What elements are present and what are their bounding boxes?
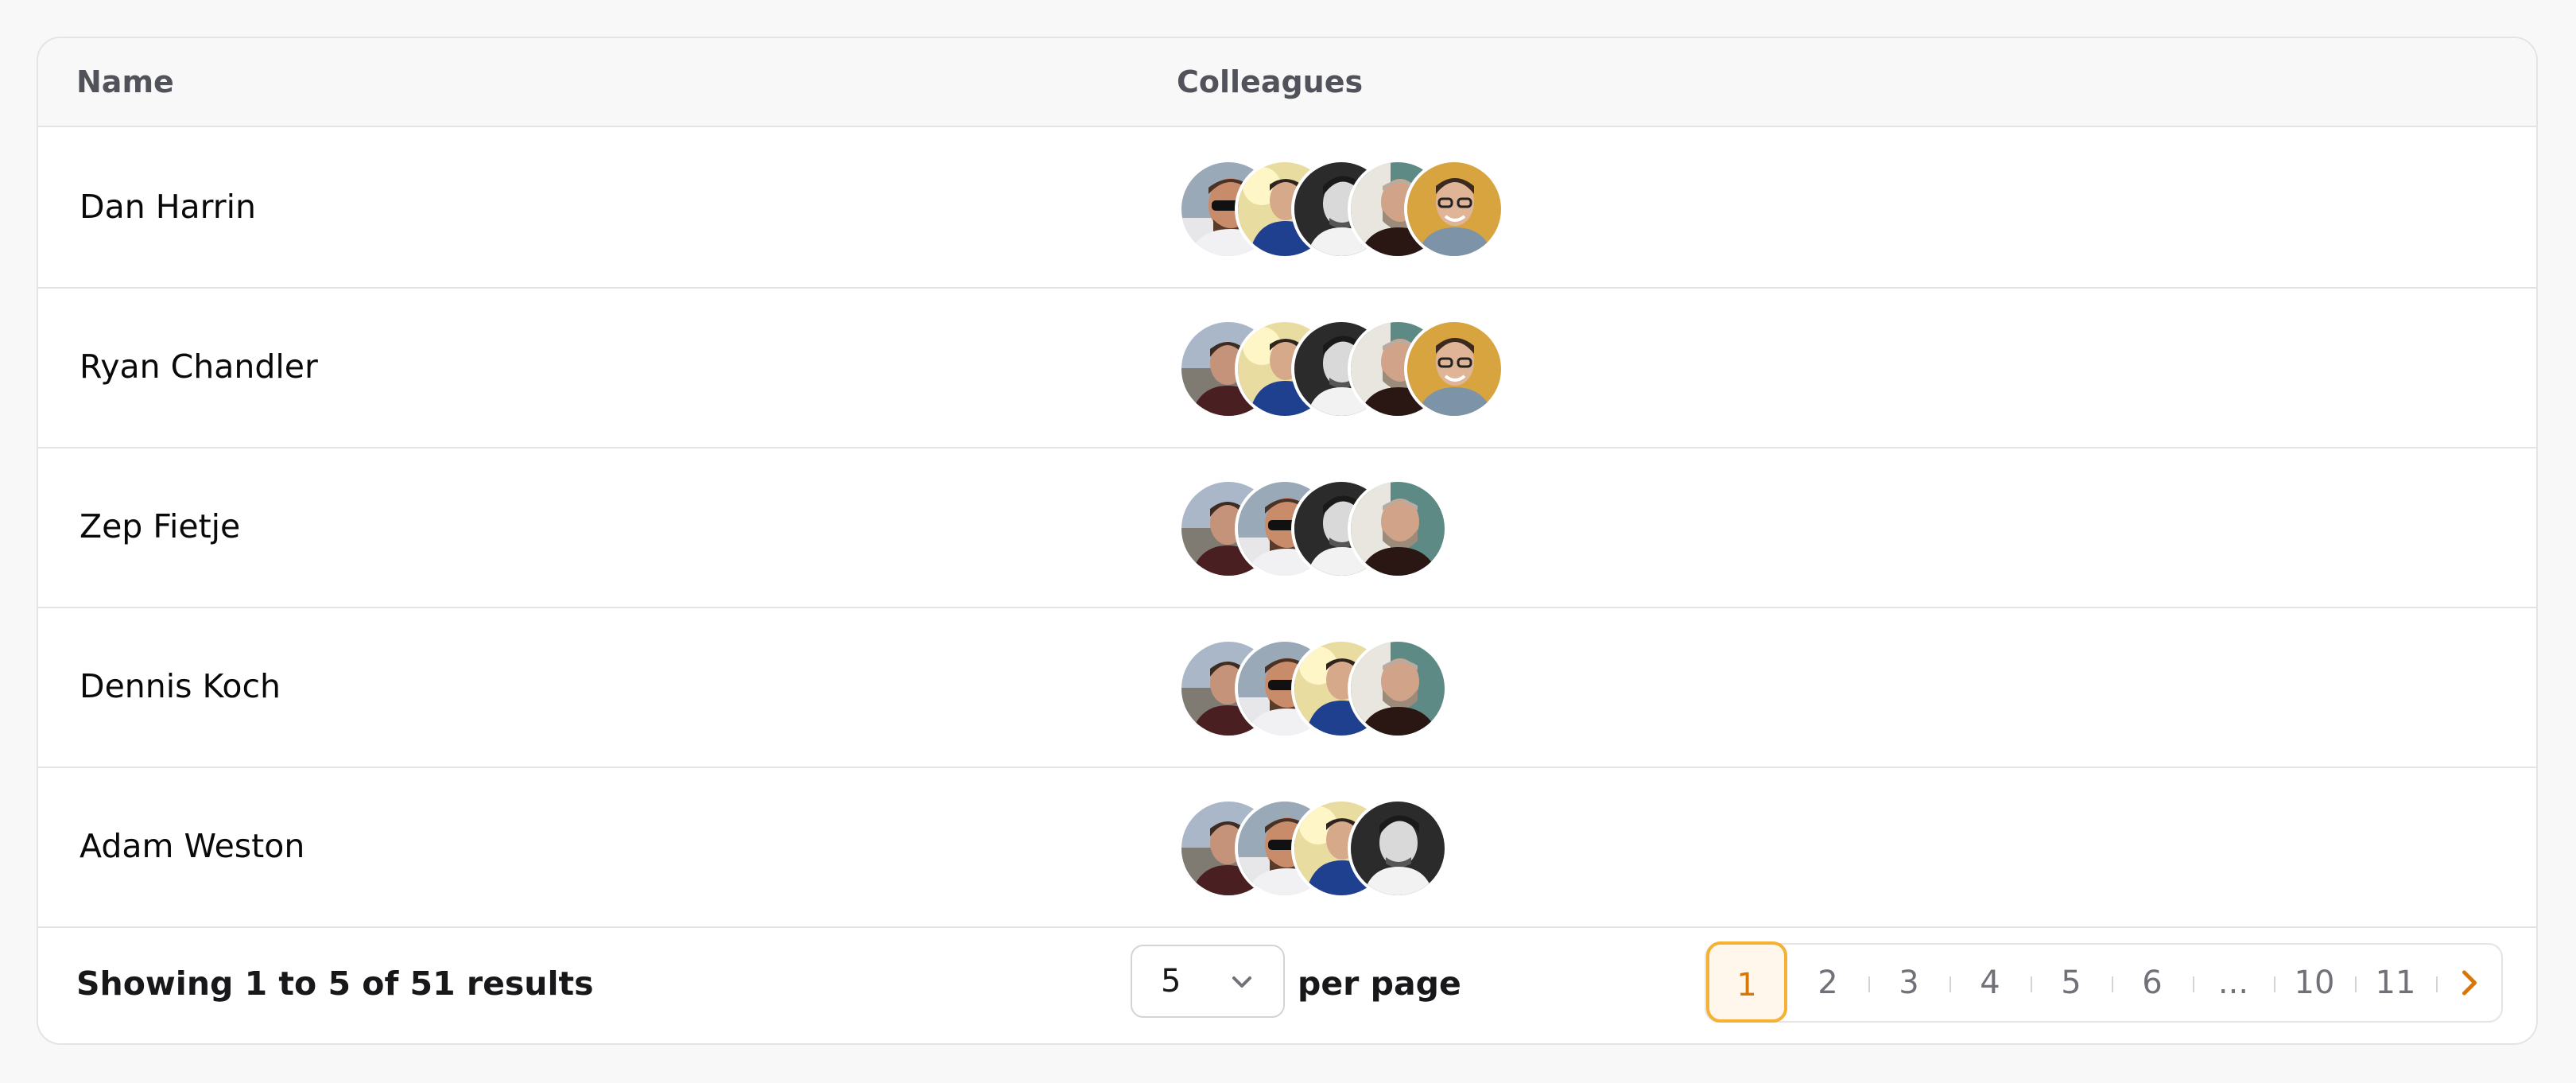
smiling-man-yellow-avatar [1404,319,1504,419]
table-row[interactable]: Adam Weston [38,767,2536,928]
table-row[interactable]: Dan Harrin [38,127,2536,289]
row-name: Ryan Chandler [80,347,318,386]
per-page-value: 5 [1161,963,1181,1000]
page-ellipsis: ... [2217,965,2249,1001]
row-name: Zep Fietje [80,507,241,545]
chevron-down-icon [1232,976,1251,988]
results-summary: Showing 1 to 5 of 51 results [76,965,594,1003]
smiling-man-yellow-avatar [1404,159,1504,259]
per-page-label: per page [1298,965,1461,1003]
row-name: Adam Weston [80,827,305,865]
page-button-10[interactable]: 10 [2274,945,2355,1021]
page-navigation: 1 2 3 4 5 6... 10 11 [1705,941,2503,1023]
table-row[interactable]: Dennis Koch [38,607,2536,768]
pagination-bar: Showing 1 to 5 of 51 results 5 per page … [38,922,2536,1043]
page-button-5[interactable]: 5 [2031,945,2112,1021]
page-separator [2436,976,2438,992]
page-button-3[interactable]: 3 [1868,945,1949,1021]
page-button-4[interactable]: 4 [1949,945,2031,1021]
table-row[interactable]: Zep Fietje [38,447,2536,608]
bw-portrait-man-avatar [1348,798,1448,899]
page-button-2[interactable]: 2 [1787,945,1868,1021]
page-button-11[interactable]: 11 [2355,945,2436,1021]
next-page-chevron-icon[interactable] [2452,965,2487,1000]
per-page-select[interactable]: 5 [1131,945,1285,1018]
row-name: Dennis Koch [80,667,281,705]
page-button-6[interactable]: 6 [2112,945,2193,1021]
bearded-man-avatar [1348,639,1448,739]
column-header-name[interactable]: Name [76,38,174,126]
table-header: Name Colleagues [38,38,2536,127]
row-name: Dan Harrin [80,188,257,226]
page-button-1[interactable]: 1 [1706,941,1787,1023]
table-row[interactable]: Ryan Chandler [38,287,2536,448]
bearded-man-avatar [1348,479,1448,579]
column-header-colleagues[interactable]: Colleagues [1177,38,1363,126]
colleagues-table: Name Colleagues Dan Harrin Ryan Chandler… [37,37,2538,1045]
